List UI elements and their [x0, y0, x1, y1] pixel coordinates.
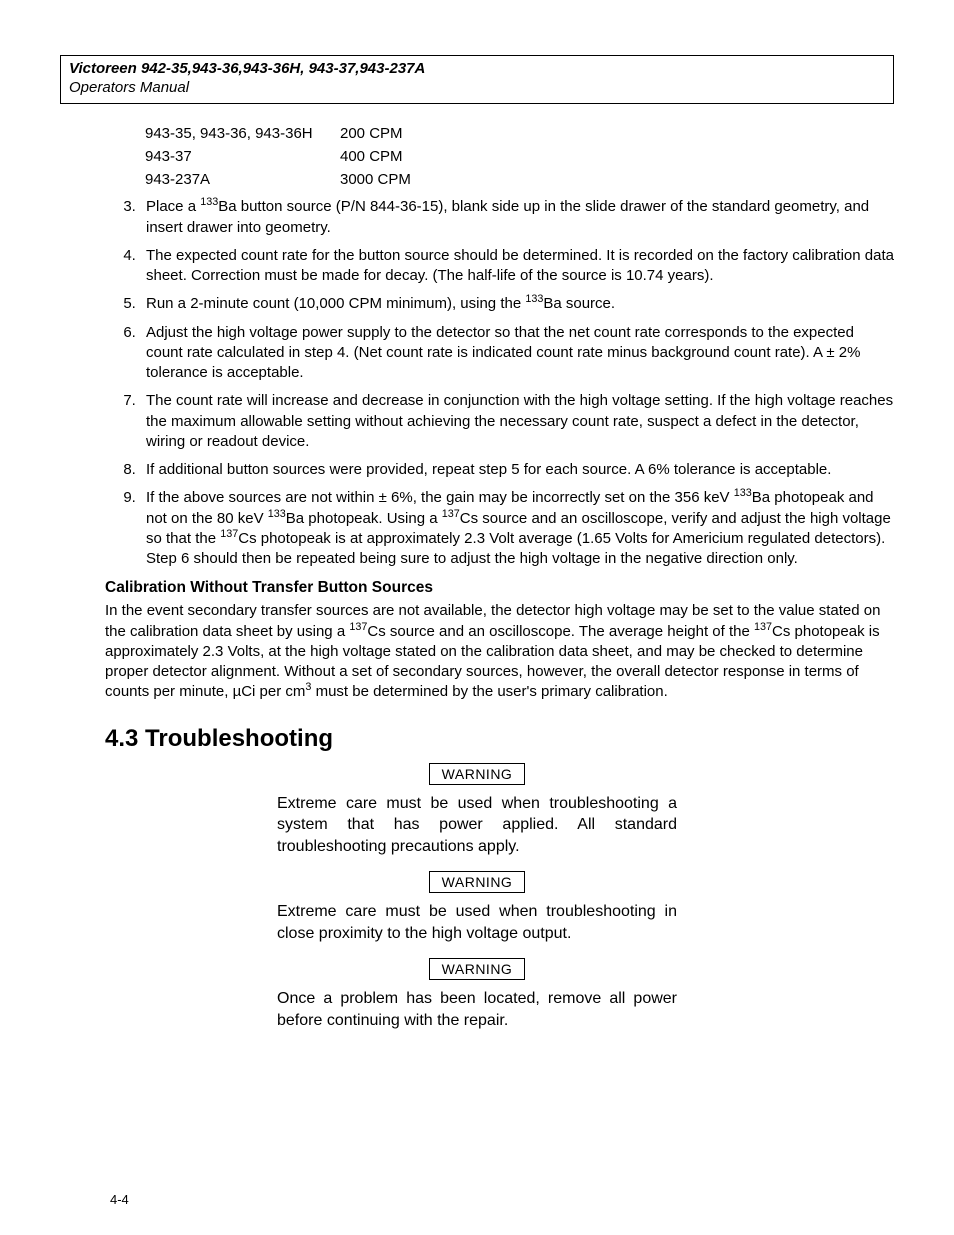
warning-label: WARNING: [429, 763, 525, 785]
cpm-row: 943-37 400 CPM: [60, 145, 894, 168]
header-box: Victoreen 942-35,943-36,943-36H, 943-37,…: [60, 55, 894, 104]
step-5: Run a 2-minute count (10,000 CPM minimum…: [140, 294, 894, 314]
warning-text: Extreme care must be used when troublesh…: [277, 901, 677, 944]
section-heading: 4.3 Troubleshooting: [105, 725, 894, 753]
warning-block-3: WARNING Once a problem has been located,…: [277, 958, 677, 1031]
warning-block-1: WARNING Extreme care must be used when t…: [277, 763, 677, 858]
page: Victoreen 942-35,943-36,943-36H, 943-37,…: [0, 0, 954, 1235]
step-list: Place a 133Ba button source (P/N 844-36-…: [60, 197, 894, 569]
step-4: The expected count rate for the button s…: [140, 246, 894, 287]
warning-block-2: WARNING Extreme care must be used when t…: [277, 871, 677, 944]
header-subtitle: Operators Manual: [69, 79, 885, 98]
step-8: If additional button sources were provid…: [140, 460, 894, 480]
header-title: Victoreen 942-35,943-36,943-36H, 943-37,…: [69, 60, 885, 79]
cpm-value: 3000 CPM: [340, 168, 411, 191]
step-6: Adjust the high voltage power supply to …: [140, 323, 894, 384]
calibration-subheading: Calibration Without Transfer Button Sour…: [105, 579, 894, 597]
cpm-model: 943-237A: [145, 168, 340, 191]
cpm-value: 400 CPM: [340, 145, 403, 168]
step-9: If the above sources are not within ± 6%…: [140, 488, 894, 569]
step-7: The count rate will increase and decreas…: [140, 391, 894, 452]
step-3: Place a 133Ba button source (P/N 844-36-…: [140, 197, 894, 238]
calibration-paragraph: In the event secondary transfer sources …: [105, 601, 894, 702]
cpm-model: 943-35, 943-36, 943-36H: [145, 122, 340, 145]
warning-text: Once a problem has been located, remove …: [277, 988, 677, 1031]
cpm-row: 943-237A 3000 CPM: [60, 168, 894, 191]
cpm-row: 943-35, 943-36, 943-36H 200 CPM: [60, 122, 894, 145]
page-number: 4-4: [110, 1192, 129, 1207]
cpm-value: 200 CPM: [340, 122, 403, 145]
warning-label: WARNING: [429, 958, 525, 980]
cpm-model: 943-37: [145, 145, 340, 168]
warning-label: WARNING: [429, 871, 525, 893]
warning-text: Extreme care must be used when troublesh…: [277, 793, 677, 858]
